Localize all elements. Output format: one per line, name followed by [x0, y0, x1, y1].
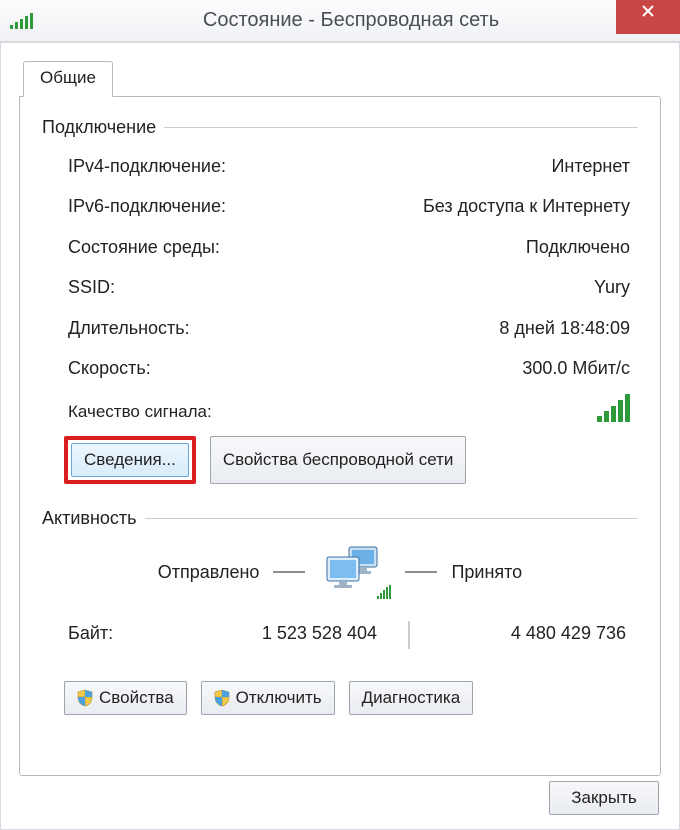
- network-computers-icon: [319, 545, 391, 599]
- value-speed: 300.0 Мбит/с: [522, 352, 630, 384]
- activity-group: Активность Отправлено: [42, 508, 638, 715]
- connection-group: Подключение IPv4-подключение: Интернет I…: [42, 117, 638, 494]
- divider-right: [405, 571, 437, 573]
- received-label: Принято: [451, 562, 522, 583]
- bytes-sent-value: 1 523 528 404: [188, 623, 395, 649]
- value-media-state: Подключено: [526, 231, 630, 263]
- shield-icon: [214, 689, 230, 707]
- label-ssid: SSID:: [68, 271, 115, 303]
- row-ipv4: IPv4-подключение: Интернет: [42, 146, 638, 186]
- bytes-label: Байт:: [68, 623, 188, 649]
- tabstrip: Общие: [19, 61, 661, 97]
- row-speed: Скорость: 300.0 Мбит/с: [42, 348, 638, 388]
- properties-button-label: Свойства: [99, 688, 174, 708]
- tab-panel-general: Подключение IPv4-подключение: Интернет I…: [19, 96, 661, 776]
- row-ipv6: IPv6-подключение: Без доступа к Интернет…: [42, 186, 638, 226]
- activity-legend: Активность: [42, 508, 145, 529]
- close-button[interactable]: Закрыть: [549, 781, 659, 815]
- titlebar: Состояние - Беспроводная сеть: [0, 0, 680, 42]
- value-ssid: Yury: [594, 271, 630, 303]
- label-signal-quality: Качество сигнала:: [68, 402, 212, 422]
- disable-button-label: Отключить: [236, 688, 322, 708]
- bytes-row: Байт: 1 523 528 404 4 480 429 736: [42, 605, 638, 653]
- wireless-properties-button[interactable]: Свойства беспроводной сети: [210, 436, 467, 484]
- value-ipv6: Без доступа к Интернету: [423, 190, 630, 222]
- row-signal-quality: Качество сигнала:: [42, 388, 638, 432]
- properties-button[interactable]: Свойства: [64, 681, 187, 715]
- tab-general[interactable]: Общие: [23, 61, 113, 97]
- sent-label: Отправлено: [158, 562, 260, 583]
- bytes-separator: [408, 621, 410, 649]
- row-duration: Длительность: 8 дней 18:48:09: [42, 308, 638, 348]
- connection-legend: Подключение: [42, 117, 164, 138]
- label-duration: Длительность:: [68, 312, 190, 344]
- shield-icon: [77, 689, 93, 707]
- close-icon: [641, 4, 655, 18]
- activity-graphic: Отправлено: [42, 537, 638, 605]
- value-ipv4: Интернет: [551, 150, 630, 182]
- activity-button-row: Свойства Отключить Диагностика: [42, 653, 638, 715]
- label-media-state: Состояние среды:: [68, 231, 220, 263]
- wifi-signal-icon: [0, 13, 42, 29]
- details-button[interactable]: Сведения...: [71, 443, 189, 477]
- divider-left: [273, 571, 305, 573]
- window-body: Общие Подключение IPv4-подключение: Инте…: [0, 42, 680, 830]
- row-media-state: Состояние среды: Подключено: [42, 227, 638, 267]
- connection-button-row: Сведения... Свойства беспроводной сети: [42, 432, 638, 494]
- details-highlight-box: Сведения...: [64, 436, 196, 484]
- row-ssid: SSID: Yury: [42, 267, 638, 307]
- diagnose-button[interactable]: Диагностика: [349, 681, 474, 715]
- label-ipv4: IPv4-подключение:: [68, 150, 226, 182]
- label-ipv6: IPv6-подключение:: [68, 190, 226, 222]
- window-title: Состояние - Беспроводная сеть: [42, 9, 680, 32]
- close-window-button[interactable]: [616, 0, 680, 34]
- disable-button[interactable]: Отключить: [201, 681, 335, 715]
- signal-strength-icon: [597, 394, 630, 422]
- footer-button-row: Закрыть: [549, 781, 659, 815]
- label-speed: Скорость:: [68, 352, 151, 384]
- overlay-signal-icon: [377, 585, 391, 599]
- value-duration: 8 дней 18:48:09: [499, 312, 630, 344]
- bytes-received-value: 4 480 429 736: [423, 623, 630, 649]
